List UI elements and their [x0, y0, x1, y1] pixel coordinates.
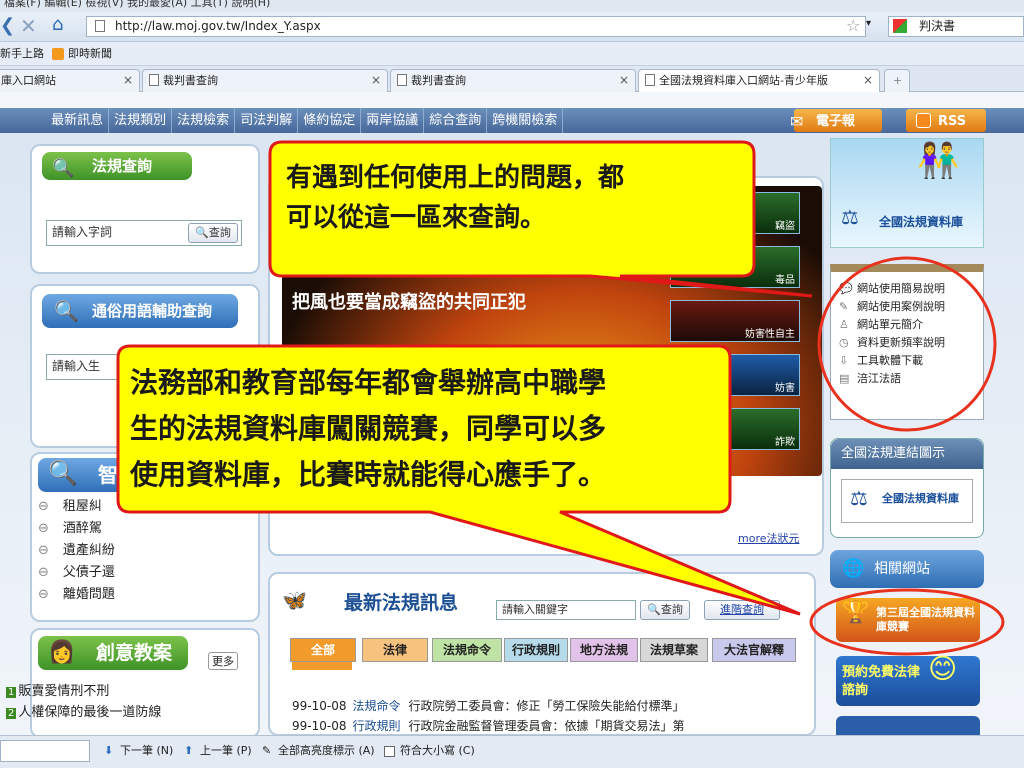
callout-main-line: 使用資料庫，比賽時就能得心應手了。 — [130, 458, 607, 491]
callout-top-line: 可以從這一區來查詢。 — [286, 203, 547, 233]
callout-main-line: 生的法規資料庫闖關競賽，同學可以多 — [130, 412, 607, 445]
callout-top-text: 有遇到任何使用上的問題，都 可以從這一區來查詢。 — [286, 158, 746, 238]
highlight-circle-help — [817, 256, 997, 432]
callout-top-line: 有遇到任何使用上的問題，都 — [286, 163, 625, 193]
callout-main-line: 法務部和教育部每年都會舉辦高中職學 — [130, 366, 607, 399]
callout-main-text: 法務部和教育部每年都會舉辦高中職學 生的法規資料庫闖關競賽，同學可以多 使用資料… — [130, 360, 730, 498]
highlight-circle-contest — [809, 588, 1005, 656]
